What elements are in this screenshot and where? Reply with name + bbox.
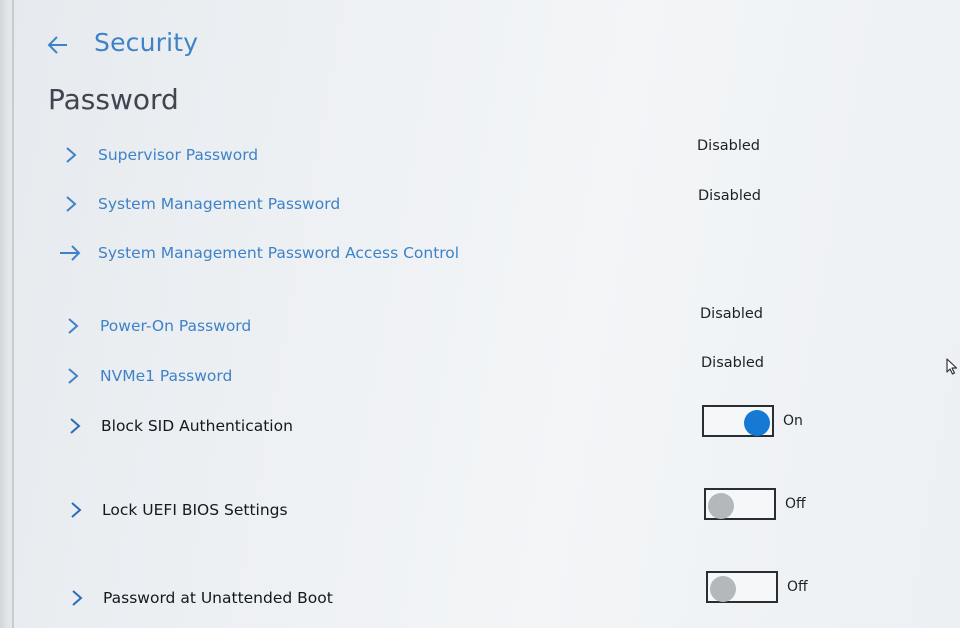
power-on-password-row[interactable]: Power-On Password Disabled: [54, 306, 960, 341]
chevron-right-icon: [60, 311, 86, 341]
lock-uefi-bios-settings-row[interactable]: Lock UEFI BIOS Settings: [54, 495, 960, 525]
lock-uefi-bios-settings-label: Lock UEFI BIOS Settings: [102, 501, 288, 519]
password-at-unattended-boot-label: Password at Unattended Boot: [103, 589, 333, 607]
block-sid-authentication-label: Block SID Authentication: [101, 417, 293, 435]
system-management-password-label: System Management Password: [98, 195, 341, 213]
nvme1-password-row[interactable]: NVMe1 Password Disabled: [54, 355, 960, 391]
back-button[interactable]: [44, 30, 72, 60]
nvme1-password-status: Disabled: [701, 355, 764, 371]
toggle-knob: [744, 410, 770, 436]
system-management-password-status: Disabled: [698, 188, 761, 204]
sm-password-access-control-label: System Management Password Access Contro…: [98, 244, 460, 262]
power-on-password-status: Disabled: [700, 306, 763, 322]
chevron-right-icon: [63, 495, 89, 525]
system-management-password-row[interactable]: System Management Password Disabled: [54, 188, 960, 219]
lock-uefi-bios-settings-state: Off: [785, 496, 806, 512]
power-on-password-label: Power-On Password: [100, 317, 252, 335]
mouse-cursor-icon: [946, 358, 958, 381]
block-sid-authentication-row[interactable]: Block SID Authentication: [54, 411, 960, 441]
chevron-right-icon: [58, 189, 84, 219]
arrow-left-icon: [47, 36, 67, 54]
supervisor-password-status: Disabled: [697, 138, 760, 154]
lock-uefi-bios-settings-toggle[interactable]: [704, 488, 776, 520]
supervisor-password-row[interactable]: Supervisor Password Disabled: [54, 138, 960, 170]
breadcrumb-security[interactable]: Security: [94, 28, 198, 57]
chevron-right-icon: [64, 583, 90, 613]
toggle-knob: [708, 493, 734, 519]
toggle-knob: [710, 576, 736, 602]
nvme1-password-label: NVMe1 Password: [100, 367, 233, 385]
arrow-right-icon: [56, 238, 84, 268]
block-sid-authentication-state: On: [783, 413, 803, 429]
password-at-unattended-boot-row[interactable]: Password at Unattended Boot: [54, 583, 960, 613]
chevron-right-icon: [58, 140, 84, 170]
supervisor-password-label: Supervisor Password: [98, 146, 259, 164]
chevron-right-icon: [60, 361, 86, 391]
chevron-right-icon: [62, 411, 88, 441]
window-left-edge: [0, 0, 14, 628]
password-at-unattended-boot-state: Off: [787, 579, 808, 595]
page-title: Password: [48, 83, 179, 116]
block-sid-authentication-toggle[interactable]: [702, 405, 774, 437]
password-at-unattended-boot-toggle[interactable]: [706, 571, 778, 603]
sm-password-access-control-row[interactable]: System Management Password Access Contro…: [54, 238, 960, 268]
